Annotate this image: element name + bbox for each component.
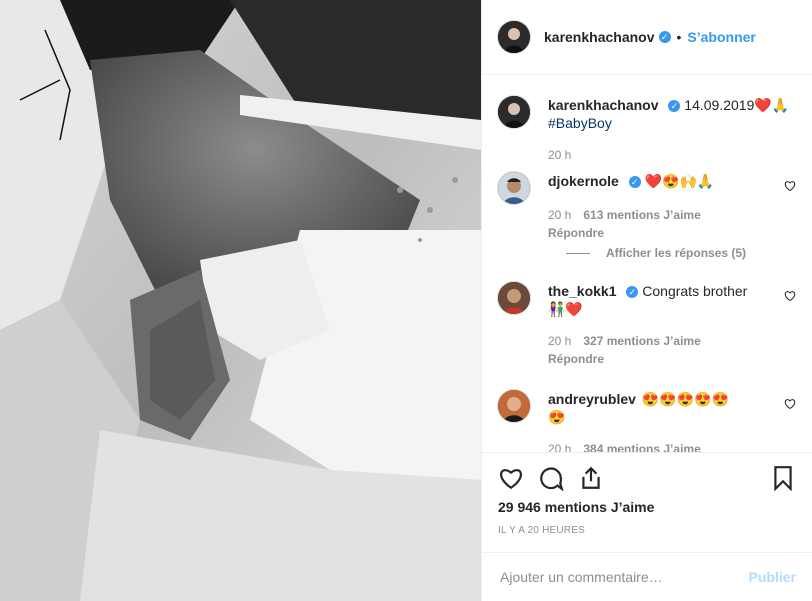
verified-icon: ✓: [658, 31, 671, 43]
post-photo[interactable]: [0, 0, 481, 601]
verified-icon: ✓: [626, 286, 639, 299]
commenter-username[interactable]: andreyrublev: [548, 391, 636, 407]
reply-button[interactable]: Répondre: [548, 350, 604, 368]
comment-input[interactable]: [498, 568, 749, 586]
comment-text-line2: 👫❤️: [548, 301, 583, 317]
post-comment-button[interactable]: Publier: [749, 569, 796, 585]
hashtag-link[interactable]: #BabyBoy: [548, 115, 612, 131]
comment-item: djokernole ✓ ❤️😍🙌🙏 20 h 613 mentions J’a…: [498, 172, 796, 242]
baby-foot-photo: [0, 0, 481, 601]
post-details-panel: karenkhachanov ✓ • S’abonner karenkhacha…: [481, 0, 812, 601]
comment-item: andreyrublev 😍😍😍😍😍 😍 20 h 384 mentions J…: [498, 390, 796, 452]
comment-time[interactable]: 20 h: [548, 440, 571, 452]
separator-dot: •: [676, 29, 682, 45]
likes-count[interactable]: 29 946 mentions J’aime: [498, 499, 654, 515]
caption-text: 14.09.2019❤️🙏: [684, 97, 790, 113]
comment-likes[interactable]: 327 mentions J’aime: [583, 332, 700, 350]
comment-likes[interactable]: 384 mentions J’aime: [583, 440, 700, 452]
share-icon[interactable]: [578, 465, 604, 491]
view-replies[interactable]: Afficher les réponses (5): [566, 246, 746, 260]
reply-button[interactable]: Répondre: [548, 224, 604, 242]
comment-body: djokernole ✓ ❤️😍🙌🙏 20 h 613 mentions J’a…: [548, 172, 714, 242]
comments-list[interactable]: karenkhachanov ✓ 14.09.2019❤️🙏 #BabyBoy …: [482, 76, 812, 452]
post-time-ago[interactable]: IL Y A 20 HEURES: [498, 525, 585, 536]
comment-text: ❤️😍🙌🙏: [644, 173, 715, 189]
comment-likes[interactable]: 613 mentions J’aime: [583, 206, 700, 224]
commenter-avatar[interactable]: [498, 390, 530, 422]
action-icons: [498, 465, 796, 491]
caption-avatar[interactable]: [498, 96, 530, 128]
replies-line: [566, 252, 590, 254]
comment-like-heart-icon[interactable]: [784, 398, 796, 410]
comment-text: Congrats brother: [642, 283, 748, 299]
commenter-avatar[interactable]: [498, 172, 530, 204]
comment-time[interactable]: 20 h: [548, 206, 571, 224]
heart-icon[interactable]: [498, 465, 524, 491]
comment-time[interactable]: 20 h: [548, 332, 571, 350]
caption-username[interactable]: karenkhachanov: [548, 97, 659, 113]
caption-body: karenkhachanov ✓ 14.09.2019❤️🙏 #BabyBoy …: [548, 96, 789, 164]
follow-button[interactable]: S’abonner: [687, 29, 755, 45]
comment-body: the_kokk1 ✓ Congrats brother 👫❤️ 20 h 32…: [548, 282, 747, 368]
view-replies-label[interactable]: Afficher les réponses (5): [606, 246, 746, 260]
comment-item: the_kokk1 ✓ Congrats brother 👫❤️ 20 h 32…: [498, 282, 796, 368]
commenter-avatar[interactable]: [498, 282, 530, 314]
comment-body: andreyrublev 😍😍😍😍😍 😍 20 h 384 mentions J…: [548, 390, 729, 452]
commenter-username[interactable]: djokernole: [548, 173, 619, 189]
verified-icon: ✓: [668, 100, 681, 113]
caption: karenkhachanov ✓ 14.09.2019❤️🙏 #BabyBoy …: [498, 96, 796, 164]
bookmark-icon[interactable]: [770, 465, 796, 491]
post-actions: 29 946 mentions J’aime IL Y A 20 HEURES: [482, 452, 812, 553]
commenter-username[interactable]: the_kokk1: [548, 283, 616, 299]
add-comment-bar: Publier: [482, 552, 812, 601]
author-avatar[interactable]: [498, 21, 530, 53]
caption-time[interactable]: 20 h: [548, 146, 571, 164]
comment-like-heart-icon[interactable]: [784, 290, 796, 302]
comment-like-heart-icon[interactable]: [784, 180, 796, 192]
comment-text-line2: 😍: [548, 409, 566, 425]
post-header: karenkhachanov ✓ • S’abonner: [482, 0, 812, 75]
comment-icon[interactable]: [538, 465, 564, 491]
verified-icon: ✓: [628, 176, 641, 189]
comment-text: 😍😍😍😍😍: [641, 391, 729, 407]
author-username[interactable]: karenkhachanov: [544, 29, 655, 45]
